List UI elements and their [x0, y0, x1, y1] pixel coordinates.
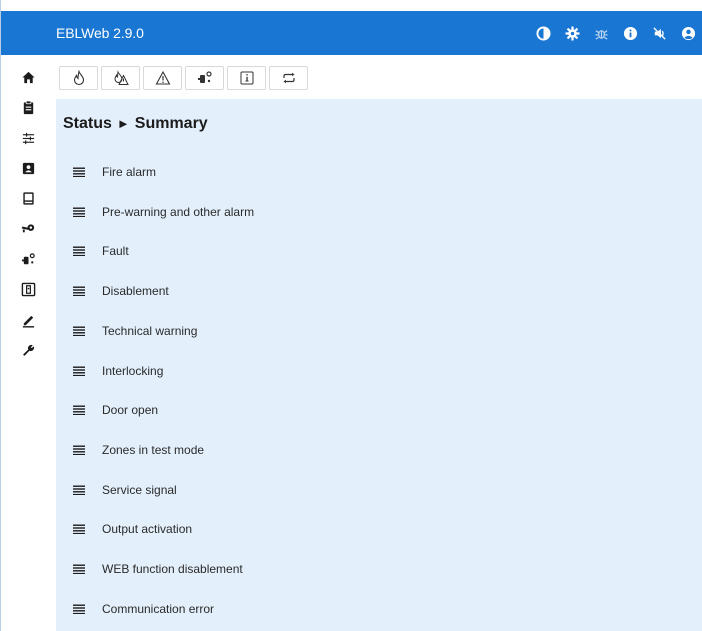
app-title: EBLWeb 2.9.0: [56, 25, 144, 41]
list-item[interactable]: Service signal: [56, 476, 702, 504]
list-item[interactable]: Door open: [56, 396, 702, 424]
sidebar-item-edit[interactable]: [1, 305, 56, 335]
network-button[interactable]: [185, 66, 224, 90]
list-item-label: Fire alarm: [102, 165, 157, 179]
list-item[interactable]: Output activation: [56, 515, 702, 543]
list-item-label: Interlocking: [102, 364, 164, 378]
list-item[interactable]: Fault: [56, 237, 702, 265]
info-box-icon: [240, 71, 253, 85]
list-icon: [73, 286, 85, 296]
list-icon: [73, 326, 85, 336]
list-item[interactable]: Technical warning: [56, 317, 702, 345]
header-spacer: [1, 11, 56, 55]
network-icon: [21, 252, 35, 264]
list-icon: [73, 485, 85, 495]
list-icon: [73, 524, 85, 534]
cycle-icon: [282, 72, 295, 84]
list-item[interactable]: Zones in test mode: [56, 436, 702, 464]
prewarning-icon: [113, 70, 129, 85]
list-item[interactable]: Interlocking: [56, 357, 702, 385]
header-icons: [535, 11, 697, 55]
app-root: EBLWeb 2.9.0 Status ► Summary Fire alarm…: [0, 0, 702, 631]
list-item-label: Fault: [102, 244, 129, 258]
sidebar-item-panel[interactable]: [1, 183, 56, 213]
info-icon[interactable]: [622, 25, 639, 42]
info-button[interactable]: [227, 66, 266, 90]
list-item-label: Disablement: [102, 284, 169, 298]
list-icon: [73, 366, 85, 376]
fire-alarm-button[interactable]: [59, 66, 98, 90]
device-icon: [21, 282, 36, 296]
sidebar-item-settings[interactable]: [1, 123, 56, 153]
list-item[interactable]: WEB function disablement: [56, 555, 702, 583]
main-content: Status ► Summary Fire alarm Pre-warning and…: [56, 99, 702, 631]
sidebar-item-network[interactable]: [1, 244, 56, 274]
key-icon: [21, 223, 35, 232]
breadcrumb-separator: ►: [116, 116, 130, 131]
list-item-label: Zones in test mode: [102, 443, 205, 457]
list-icon: [73, 246, 85, 256]
list-item-label: Technical warning: [102, 324, 198, 338]
fault-button[interactable]: [143, 66, 182, 90]
home-icon: [22, 71, 35, 83]
warning-icon: [155, 70, 170, 85]
breadcrumb-page: Summary: [134, 115, 208, 132]
list-item-label: Pre-warning and other alarm: [102, 205, 255, 219]
bug-icon[interactable]: [593, 25, 610, 42]
toolbar: [56, 55, 702, 99]
clipboard-icon: [23, 100, 34, 114]
list-item-label: Communication error: [102, 602, 215, 616]
sidebar-item-home[interactable]: [1, 62, 56, 92]
list-item-label: Output activation: [102, 522, 193, 536]
sidebar: [1, 55, 56, 631]
prewarning-button[interactable]: [101, 66, 140, 90]
breadcrumb-section[interactable]: Status: [63, 115, 112, 132]
mute-icon[interactable]: [651, 25, 668, 42]
sidebar-item-status[interactable]: [1, 92, 56, 122]
list-item[interactable]: Fire alarm: [56, 158, 702, 186]
fire-icon: [73, 70, 84, 86]
list-item-label: Door open: [102, 403, 159, 417]
list-icon: [73, 167, 85, 177]
list-icon: [73, 405, 85, 415]
list-icon: [73, 445, 85, 455]
app-header: EBLWeb 2.9.0: [1, 11, 702, 55]
user-icon[interactable]: [680, 25, 697, 42]
panel-icon: [23, 191, 34, 205]
list-item-label: WEB function disablement: [102, 562, 243, 576]
list-item-label: Service signal: [102, 483, 177, 497]
contrast-icon[interactable]: [535, 25, 552, 42]
edit-icon: [22, 315, 35, 328]
sidebar-item-contacts[interactable]: [1, 153, 56, 183]
sidebar-item-tools[interactable]: [1, 335, 56, 365]
list-item[interactable]: Communication error: [56, 595, 702, 623]
contact-card-icon: [22, 162, 35, 174]
gear-icon[interactable]: [564, 25, 581, 42]
list-item[interactable]: Disablement: [56, 277, 702, 305]
cycle-button[interactable]: [269, 66, 308, 90]
list-icon: [73, 604, 85, 614]
network-icon: [197, 71, 212, 83]
list-icon: [73, 564, 85, 574]
wrench-icon: [23, 344, 35, 356]
sidebar-item-device[interactable]: [1, 274, 56, 304]
list-icon: [73, 207, 85, 217]
list-item[interactable]: Pre-warning and other alarm: [56, 198, 702, 226]
sidebar-item-keys[interactable]: [1, 214, 56, 244]
breadcrumb: Status ► Summary: [63, 115, 208, 133]
sliders-icon: [22, 132, 35, 144]
